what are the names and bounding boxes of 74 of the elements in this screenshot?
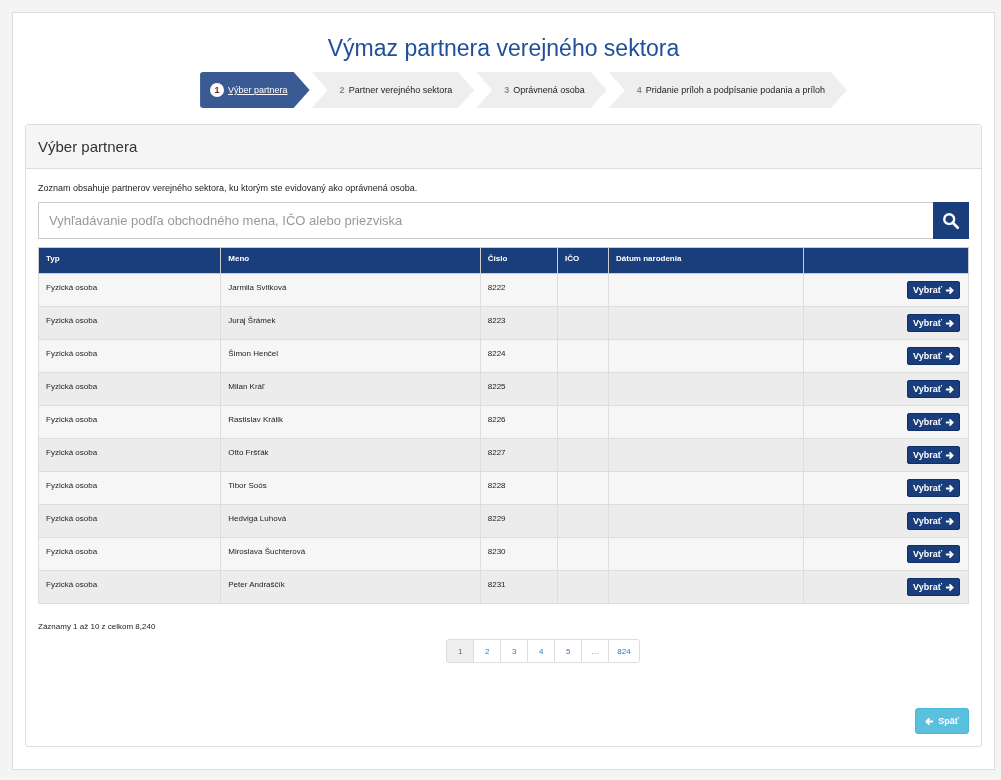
table-cell: 8227 <box>480 438 558 472</box>
page-button[interactable]: 3 <box>500 639 529 663</box>
table-cell: Fyzická osoba <box>38 471 221 505</box>
table-cell: Rastislav Králik <box>220 405 481 439</box>
table-cell: Fyzická osoba <box>38 372 221 406</box>
page-button[interactable]: 4 <box>527 639 556 663</box>
table-cell: Tibor Soós <box>220 471 481 505</box>
table-cell: Fyzická osoba <box>38 273 221 307</box>
table-cell: Fyzická osoba <box>38 405 221 439</box>
column-header: Meno <box>220 247 481 274</box>
table-cell: 8228 <box>480 471 558 505</box>
select-button[interactable]: Vybrať <box>907 347 960 365</box>
arrow-right-icon <box>945 450 954 460</box>
column-header: Typ <box>38 247 221 274</box>
arrow-right-icon <box>945 549 954 559</box>
table-cell: Fyzická osoba <box>38 570 221 604</box>
table-cell: Milan Kráľ <box>220 372 481 406</box>
table-cell: 8226 <box>480 405 558 439</box>
table-cell: Miroslava Šuchterová <box>220 537 481 571</box>
description-text: Zoznam obsahuje partnerov verejného sektora, ku ktorým ste evidovaný ako oprávnená osoba. <box>38 183 419 193</box>
table-cell: Fyzická osoba <box>38 438 221 472</box>
select-button[interactable]: Vybrať <box>907 314 960 332</box>
arrow-left-icon <box>925 716 935 726</box>
column-header: Číslo <box>480 247 558 274</box>
table-cell: Fyzická osoba <box>38 504 221 538</box>
table-cell: 8224 <box>480 339 558 373</box>
select-button[interactable]: Vybrať <box>907 512 960 530</box>
arrow-right-icon <box>945 384 954 394</box>
arrow-right-icon <box>945 582 954 592</box>
table-cell: Peter Andraščík <box>220 570 481 604</box>
arrow-right-icon <box>945 318 954 328</box>
arrow-right-icon <box>945 351 954 361</box>
arrow-right-icon <box>945 483 954 493</box>
page-button[interactable]: 824 <box>608 639 640 663</box>
panel-title: Výber partnera <box>26 125 981 169</box>
table-cell: 8230 <box>480 537 558 571</box>
table-cell: 8231 <box>480 570 558 604</box>
table-cell: 8223 <box>480 306 558 340</box>
table-cell: Hedviga Luhová <box>220 504 481 538</box>
search-icon <box>942 211 960 230</box>
wizard-step[interactable]: 3 Oprávnená osoba <box>476 72 607 108</box>
table-cell: 8222 <box>480 273 558 307</box>
page-button[interactable]: 2 <box>473 639 502 663</box>
search-button[interactable] <box>933 202 969 239</box>
arrow-right-icon <box>945 285 954 295</box>
wizard-step[interactable]: 1 Výber partnera <box>200 72 310 108</box>
table-cell: Šimon Henčel <box>220 339 481 373</box>
page-button[interactable]: … <box>581 639 610 663</box>
arrow-right-icon <box>945 417 954 427</box>
select-button[interactable]: Vybrať <box>907 380 960 398</box>
page-button[interactable]: 1 <box>446 639 475 663</box>
table-cell: Fyzická osoba <box>38 339 221 373</box>
table-cell: Juraj Šrámek <box>220 306 481 340</box>
arrow-right-icon <box>945 516 954 526</box>
select-button[interactable]: Vybrať <box>907 578 960 596</box>
select-button[interactable]: Vybrať <box>907 545 960 563</box>
select-button[interactable]: Vybrať <box>907 413 960 431</box>
table-cell: Fyzická osoba <box>38 306 221 340</box>
wizard-step[interactable]: 4 Pridanie príloh a podpísanie podania a príloh <box>608 72 847 108</box>
records-info: Záznamy 1 až 10 z celkom 8,240 <box>38 622 157 631</box>
page-title: Výmaz partnera verejného sektora <box>326 35 681 62</box>
select-button[interactable]: Vybrať <box>907 479 960 497</box>
wizard-step[interactable]: 2 Partner verejného sektora <box>311 72 475 108</box>
column-header: IČO <box>557 247 609 274</box>
select-button[interactable]: Vybrať <box>907 281 960 299</box>
table-cell: Otto Fršťák <box>220 438 481 472</box>
table-cell: Fyzická osoba <box>38 537 221 571</box>
table-cell: Jarmila Svitková <box>220 273 481 307</box>
search-field[interactable]: Vyhľadávanie podľa obchodného mena, IČO alebo priezviska <box>38 202 933 239</box>
table-cell: 8229 <box>480 504 558 538</box>
page-button[interactable]: 5 <box>554 639 583 663</box>
column-header: Dátum narodenia <box>608 247 804 274</box>
select-button[interactable]: Vybrať <box>907 446 960 464</box>
table-cell: 8225 <box>480 372 558 406</box>
